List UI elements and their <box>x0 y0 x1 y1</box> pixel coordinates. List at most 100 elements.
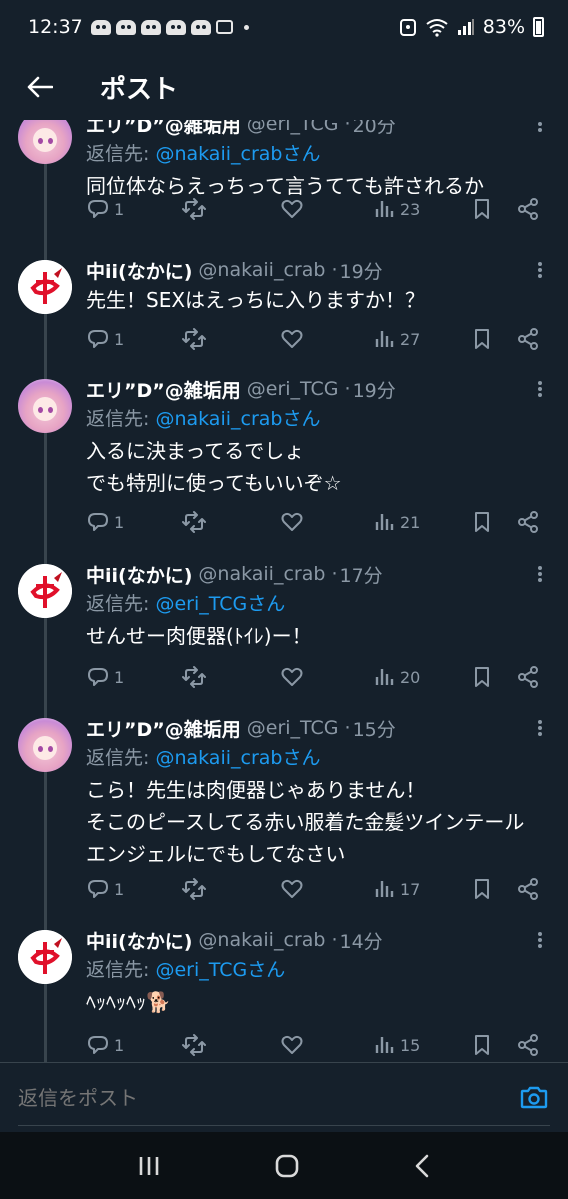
tweet-content: エリ”D”@雑垢用 @eri_TCG · 20分 返信先: @nakaii_crabさん… <box>86 120 548 202</box>
views-icon <box>375 331 394 347</box>
like-button[interactable] <box>280 665 308 689</box>
display-name[interactable]: エリ”D”@雑垢用 <box>86 120 241 138</box>
more-vertical-icon[interactable] <box>536 377 544 401</box>
share-button[interactable] <box>516 327 540 351</box>
avatar[interactable] <box>18 260 72 314</box>
separator-dot: · <box>331 929 338 951</box>
bookmark-button[interactable] <box>470 877 494 901</box>
views-button[interactable]: 23 <box>372 197 420 221</box>
tweet-text: 入るに決まってるでしょ でも特別に使ってもいいぞ☆ <box>86 439 342 495</box>
app-header: ポスト <box>0 54 568 120</box>
views-icon <box>375 881 394 897</box>
retweet-button[interactable] <box>182 197 210 221</box>
retweet-button[interactable] <box>182 665 210 689</box>
avatar[interactable] <box>18 564 72 618</box>
display-name[interactable]: 中ii(なかに) <box>86 257 192 284</box>
reply-icon <box>88 330 108 348</box>
reply-to-line: 返信先: @eri_TCGさん <box>86 954 548 986</box>
reply-count: 1 <box>114 667 125 687</box>
reply-to-label: 返信先: <box>86 593 156 615</box>
tweet-content: エリ”D”@雑垢用 @eri_TCG · 15分 返信先: @nakaii_crabさん… <box>86 714 548 870</box>
retweet-button[interactable] <box>182 327 210 351</box>
avatar[interactable] <box>18 718 72 772</box>
more-vertical-icon[interactable] <box>536 562 544 586</box>
views-button[interactable]: 20 <box>372 665 420 689</box>
user-handle[interactable]: @nakaii_crab <box>198 563 325 585</box>
reply-input[interactable] <box>18 1085 478 1110</box>
like-button[interactable] <box>280 877 308 901</box>
reply-count: 1 <box>114 329 125 349</box>
retweet-button[interactable] <box>182 1033 210 1057</box>
like-button[interactable] <box>280 1033 308 1057</box>
user-handle[interactable]: @nakaii_crab <box>198 929 325 951</box>
tweet-header: エリ”D”@雑垢用 @eri_TCG · 19分 <box>86 375 548 403</box>
reply-button[interactable]: 1 <box>86 510 124 534</box>
more-vertical-icon[interactable] <box>536 258 544 282</box>
display-name[interactable]: エリ”D”@雑垢用 <box>86 715 241 742</box>
views-count: 23 <box>400 199 421 219</box>
user-handle[interactable]: @eri_TCG <box>247 717 339 739</box>
share-button[interactable] <box>516 197 540 221</box>
avatar[interactable] <box>18 930 72 984</box>
user-handle[interactable]: @eri_TCG <box>247 120 339 135</box>
user-handle[interactable]: @eri_TCG <box>247 378 339 400</box>
system-back-icon[interactable] <box>413 1154 431 1178</box>
like-button[interactable] <box>280 197 308 221</box>
bookmark-icon <box>475 879 489 899</box>
like-button[interactable] <box>280 327 308 351</box>
reply-button[interactable]: 1 <box>86 665 124 689</box>
bookmark-button[interactable] <box>470 665 494 689</box>
bookmark-button[interactable] <box>470 197 494 221</box>
share-button[interactable] <box>516 1033 540 1057</box>
reply-mention-link[interactable]: @nakaii_crabさん <box>155 408 320 430</box>
reply-to-line: 返信先: @nakaii_crabさん <box>86 742 548 774</box>
reply-button[interactable]: 1 <box>86 1033 124 1057</box>
like-button[interactable] <box>280 510 308 534</box>
views-button[interactable]: 21 <box>372 510 420 534</box>
views-button[interactable]: 27 <box>372 327 420 351</box>
retweet-button[interactable] <box>182 510 210 534</box>
reply-button[interactable]: 1 <box>86 877 124 901</box>
more-vertical-icon[interactable] <box>536 716 544 740</box>
tweet-content: エリ”D”@雑垢用 @eri_TCG · 19分 返信先: @nakaii_crabさん… <box>86 375 548 499</box>
more-vertical-icon[interactable] <box>536 120 544 136</box>
reply-mention-link[interactable]: @eri_TCGさん <box>155 959 285 981</box>
views-button[interactable]: 15 <box>372 1033 420 1057</box>
retweet-button[interactable] <box>182 877 210 901</box>
separator-dot: · <box>344 717 351 739</box>
reply-mention-link[interactable]: @nakaii_crabさん <box>155 747 320 769</box>
views-button[interactable]: 17 <box>372 877 420 901</box>
share-button[interactable] <box>516 877 540 901</box>
more-vertical-icon[interactable] <box>536 928 544 952</box>
thread-feed[interactable]: エリ”D”@雑垢用 @eri_TCG · 20分 返信先: @nakaii_crabさん… <box>0 120 568 1062</box>
display-name[interactable]: 中ii(なかに) <box>86 561 192 588</box>
recent-apps-icon[interactable] <box>137 1155 161 1177</box>
display-name[interactable]: 中ii(なかに) <box>86 927 192 954</box>
camera-button[interactable] <box>520 1085 548 1113</box>
tweet-actions: 1 21 <box>86 507 548 537</box>
reply-button[interactable]: 1 <box>86 197 124 221</box>
input-underline <box>18 1125 550 1126</box>
bookmark-button[interactable] <box>470 327 494 351</box>
reply-mention-link[interactable]: @nakaii_crabさん <box>155 143 320 165</box>
retweet-icon <box>182 328 206 350</box>
reply-button[interactable]: 1 <box>86 327 124 351</box>
bookmark-button[interactable] <box>470 510 494 534</box>
reply-mention-link[interactable]: @eri_TCGさん <box>155 593 285 615</box>
avatar[interactable] <box>18 379 72 433</box>
user-handle[interactable]: @nakaii_crab <box>198 259 325 281</box>
share-icon <box>518 511 538 533</box>
share-icon <box>518 666 538 688</box>
retweet-icon <box>182 1034 206 1056</box>
wifi-icon <box>426 19 448 37</box>
bookmark-button[interactable] <box>470 1033 494 1057</box>
tweet-text: せんせー肉便器(ﾄｲﾚ)ー！ <box>86 624 312 648</box>
share-button[interactable] <box>516 510 540 534</box>
reply-composer <box>0 1062 568 1132</box>
reply-icon <box>88 1036 108 1054</box>
share-button[interactable] <box>516 665 540 689</box>
display-name[interactable]: エリ”D”@雑垢用 <box>86 376 241 403</box>
avatar[interactable] <box>18 120 72 164</box>
back-button[interactable] <box>24 71 56 103</box>
home-icon[interactable] <box>274 1153 300 1179</box>
